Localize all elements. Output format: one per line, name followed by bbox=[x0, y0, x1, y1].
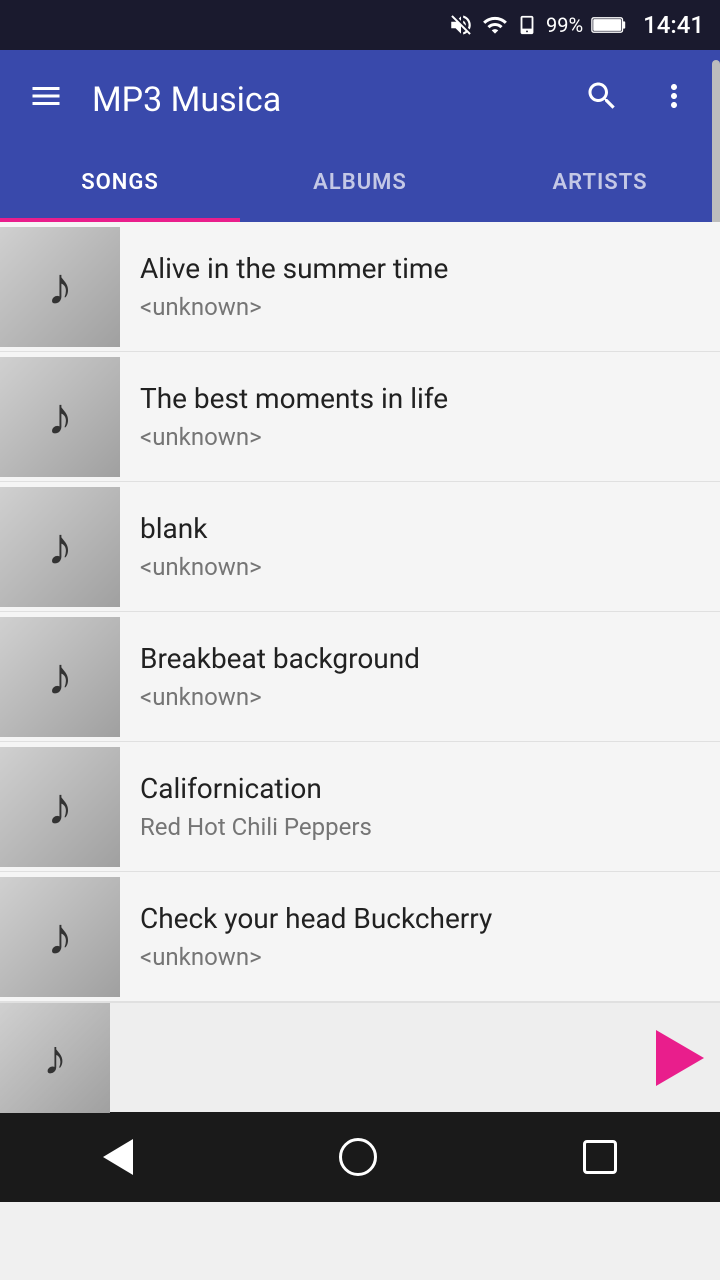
list-item[interactable]: ♪ Check your head Buckcherry <unknown> bbox=[0, 872, 720, 1002]
play-icon bbox=[656, 1030, 704, 1086]
tab-albums[interactable]: ALBUMS bbox=[240, 150, 480, 222]
wifi-icon bbox=[482, 12, 508, 38]
song-artist: <unknown> bbox=[140, 423, 700, 451]
battery-icon bbox=[591, 14, 627, 36]
song-thumbnail: ♪ bbox=[0, 227, 120, 347]
app-bar: MP3 Musica bbox=[0, 50, 720, 150]
song-info: blank <unknown> bbox=[140, 512, 700, 581]
song-info: The best moments in life <unknown> bbox=[140, 382, 700, 451]
song-title: The best moments in life bbox=[140, 382, 700, 415]
song-artist: <unknown> bbox=[140, 683, 700, 711]
now-playing-note-icon: ♪ bbox=[43, 1029, 67, 1086]
status-bar: 99% 14:41 bbox=[0, 0, 720, 50]
song-artist: <unknown> bbox=[140, 553, 700, 581]
back-button[interactable] bbox=[91, 1127, 145, 1187]
song-info: Check your head Buckcherry <unknown> bbox=[140, 902, 700, 971]
song-list: ♪ Alive in the summer time <unknown> ♪ T… bbox=[0, 222, 720, 1002]
music-note-icon: ♪ bbox=[47, 646, 73, 707]
mute-icon bbox=[448, 12, 474, 38]
song-title: Check your head Buckcherry bbox=[140, 902, 700, 935]
music-note-icon: ♪ bbox=[47, 906, 73, 967]
menu-button[interactable] bbox=[20, 70, 72, 131]
song-info: Breakbeat background <unknown> bbox=[140, 642, 700, 711]
signal-icon bbox=[516, 12, 538, 38]
tabs-bar: SONGS ALBUMS ARTISTS bbox=[0, 150, 720, 222]
tab-songs[interactable]: SONGS bbox=[0, 150, 240, 222]
song-thumbnail: ♪ bbox=[0, 877, 120, 997]
song-thumbnail: ♪ bbox=[0, 357, 120, 477]
navigation-bar bbox=[0, 1112, 720, 1202]
list-item[interactable]: ♪ Breakbeat background <unknown> bbox=[0, 612, 720, 742]
song-thumbnail: ♪ bbox=[0, 617, 120, 737]
home-button[interactable] bbox=[327, 1126, 389, 1188]
music-note-icon: ♪ bbox=[47, 516, 73, 577]
song-info: Californication Red Hot Chili Peppers bbox=[140, 772, 700, 841]
now-playing-bar[interactable]: ♪ bbox=[0, 1002, 720, 1112]
list-item[interactable]: ♪ Alive in the summer time <unknown> bbox=[0, 222, 720, 352]
battery-percentage: 99% bbox=[546, 13, 583, 37]
home-icon bbox=[339, 1138, 377, 1176]
song-artist: Red Hot Chili Peppers bbox=[140, 813, 700, 841]
recents-icon bbox=[583, 1140, 617, 1174]
song-info: Alive in the summer time <unknown> bbox=[140, 252, 700, 321]
search-button[interactable] bbox=[576, 70, 628, 131]
more-button[interactable] bbox=[648, 70, 700, 131]
music-note-icon: ♪ bbox=[47, 386, 73, 447]
back-icon bbox=[103, 1139, 133, 1175]
music-note-icon: ♪ bbox=[47, 776, 73, 837]
now-playing-thumbnail: ♪ bbox=[0, 1003, 110, 1113]
song-title: blank bbox=[140, 512, 700, 545]
list-item[interactable]: ♪ blank <unknown> bbox=[0, 482, 720, 612]
list-item[interactable]: ♪ Californication Red Hot Chili Peppers bbox=[0, 742, 720, 872]
song-thumbnail: ♪ bbox=[0, 747, 120, 867]
song-artist: <unknown> bbox=[140, 943, 700, 971]
play-button[interactable] bbox=[640, 1018, 720, 1098]
music-note-icon: ♪ bbox=[47, 256, 73, 317]
song-title: Breakbeat background bbox=[140, 642, 700, 675]
status-time: 14:41 bbox=[643, 11, 704, 39]
song-artist: <unknown> bbox=[140, 293, 700, 321]
recents-button[interactable] bbox=[571, 1128, 629, 1186]
song-title: Californication bbox=[140, 772, 700, 805]
status-icons: 99% 14:41 bbox=[448, 11, 704, 39]
song-thumbnail: ♪ bbox=[0, 487, 120, 607]
song-title: Alive in the summer time bbox=[140, 252, 700, 285]
tab-artists[interactable]: ARTISTS bbox=[480, 150, 720, 222]
list-item[interactable]: ♪ The best moments in life <unknown> bbox=[0, 352, 720, 482]
app-title: MP3 Musica bbox=[92, 80, 556, 120]
